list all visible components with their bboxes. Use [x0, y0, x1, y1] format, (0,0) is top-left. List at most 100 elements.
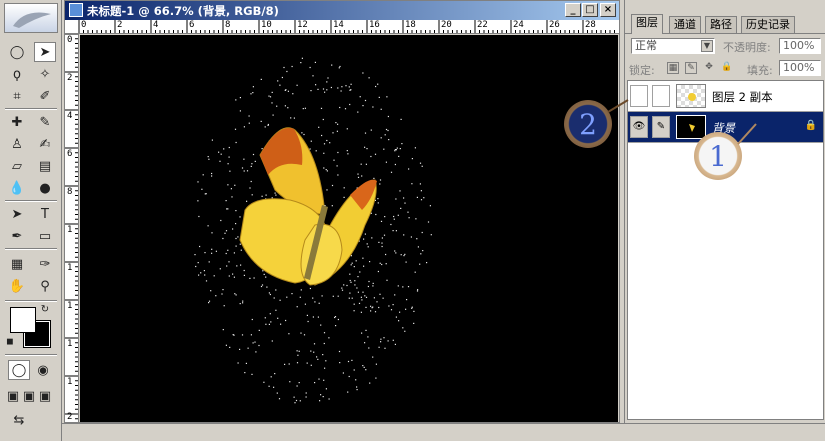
- quick-mask-mode-icon[interactable]: ◉: [32, 360, 54, 380]
- brush-icon[interactable]: ✎: [652, 116, 670, 138]
- sparkle: [237, 236, 239, 238]
- sparkle: [364, 295, 366, 297]
- path-selection-tool-icon[interactable]: ➤: [6, 204, 28, 224]
- horizontal-ruler[interactable]: 0 2 4 6 8 10 12 14 16 18 20 22 24 26 28: [79, 20, 619, 34]
- sparkle: [320, 324, 322, 326]
- sparkle: [362, 72, 364, 74]
- sparkle: [225, 230, 228, 232]
- lock-all-icon[interactable]: 🔒: [721, 62, 733, 74]
- move-tool-icon[interactable]: ➤: [34, 42, 56, 62]
- sparkle: [353, 369, 355, 371]
- callout-2: 2: [564, 100, 612, 148]
- pen-tool-icon[interactable]: ✒: [6, 226, 28, 246]
- lock-transparency-icon[interactable]: ▦: [667, 62, 679, 74]
- sparkle: [321, 134, 323, 137]
- swap-colors-icon[interactable]: ↻: [38, 302, 52, 316]
- link-toggle[interactable]: [652, 85, 670, 107]
- history-brush-tool-icon[interactable]: ✍: [34, 134, 56, 154]
- tab-channels[interactable]: 通道: [669, 16, 701, 33]
- default-colors-icon[interactable]: ◼: [4, 336, 16, 348]
- crop-tool-icon[interactable]: ⌗: [6, 86, 28, 106]
- sparkle: [197, 200, 199, 202]
- sparkle: [384, 216, 386, 218]
- sparkle: [370, 305, 372, 307]
- sparkle: [335, 122, 337, 124]
- zoom-tool-icon[interactable]: ⚲: [34, 276, 56, 296]
- sparkle: [275, 309, 277, 311]
- notes-tool-icon[interactable]: ▦: [6, 254, 28, 274]
- sparkle: [288, 363, 290, 365]
- rectangle-tool-icon[interactable]: ▭: [34, 226, 56, 246]
- ruler-origin[interactable]: [65, 20, 79, 34]
- marquee-tool-icon[interactable]: ◯: [6, 42, 28, 62]
- blend-mode-select[interactable]: 正常 ▼: [631, 38, 715, 54]
- vertical-ruler[interactable]: 0 2 4 6 8 1 1 1 1 1 2: [65, 34, 79, 422]
- sparkle: [279, 84, 281, 86]
- tab-paths[interactable]: 路径: [705, 16, 737, 33]
- close-button[interactable]: ×: [600, 3, 616, 17]
- ruler-tick-label: 12: [297, 20, 308, 30]
- magic-wand-tool-icon[interactable]: ✧: [34, 64, 56, 84]
- sparkle: [309, 148, 311, 150]
- eyedropper-tool-icon[interactable]: ✑: [34, 254, 56, 274]
- sparkle: [305, 392, 307, 394]
- gradient-tool-icon[interactable]: ▤: [34, 156, 56, 176]
- sparkle: [328, 337, 330, 339]
- sparkle: [385, 128, 388, 131]
- dodge-tool-icon[interactable]: ●: [34, 178, 56, 198]
- sparkle: [204, 252, 206, 254]
- lasso-tool-icon[interactable]: ϙ: [6, 64, 28, 84]
- eraser-tool-icon[interactable]: ▱: [6, 156, 28, 176]
- sparkle: [322, 118, 324, 121]
- sparkle: [234, 128, 237, 130]
- chevron-down-icon[interactable]: ▼: [701, 40, 713, 52]
- sparkle: [373, 177, 375, 179]
- document-title-bar[interactable]: 未标题-1 @ 66.7% (背景, RGB/8): [65, 1, 619, 20]
- sparkle: [220, 219, 222, 222]
- opacity-input[interactable]: 100%: [779, 38, 821, 54]
- clone-stamp-tool-icon[interactable]: ♙: [6, 134, 28, 154]
- document-window: 未标题-1 @ 66.7% (背景, RGB/8) _ □ × 0 2 4 6 …: [64, 0, 620, 423]
- sparkle: [296, 84, 298, 86]
- screen-mode-standard-icon[interactable]: ▣: [6, 386, 20, 406]
- blur-tool-icon[interactable]: 💧: [6, 178, 28, 198]
- sparkle: [430, 234, 432, 236]
- slice-tool-icon[interactable]: ✐: [34, 86, 56, 106]
- hand-tool-icon[interactable]: ✋: [6, 276, 28, 296]
- layer-row[interactable]: 图层 2 副本: [628, 81, 823, 112]
- type-tool-icon[interactable]: T: [34, 204, 56, 224]
- fill-input[interactable]: 100%: [779, 60, 821, 76]
- lock-image-icon[interactable]: ✎: [685, 62, 697, 74]
- foreground-color-swatch[interactable]: [10, 307, 36, 333]
- maximize-button[interactable]: □: [582, 3, 598, 17]
- sparkle: [242, 300, 244, 302]
- tab-history[interactable]: 历史记录: [741, 16, 795, 33]
- sparkle: [360, 311, 362, 313]
- eye-icon[interactable]: 👁: [630, 116, 648, 138]
- standard-mode-icon[interactable]: ◯: [8, 360, 30, 380]
- sparkle: [317, 88, 319, 90]
- jump-to-imageready-icon[interactable]: ⇆: [8, 410, 30, 430]
- ruler-tick-label: 14: [333, 20, 344, 30]
- sparkle: [255, 351, 257, 353]
- sparkle: [413, 310, 415, 312]
- sparkle: [262, 270, 264, 272]
- sparkle: [402, 286, 404, 288]
- screen-mode-full-menu-icon[interactable]: ▣: [22, 386, 36, 406]
- minimize-button[interactable]: _: [565, 3, 581, 17]
- visibility-toggle[interactable]: [630, 85, 648, 107]
- sparkle: [251, 373, 253, 375]
- sparkle: [363, 238, 365, 240]
- sparkle: [353, 303, 355, 305]
- brush-tool-icon[interactable]: ✎: [34, 112, 56, 132]
- sparkle: [392, 304, 394, 306]
- sparkle: [340, 90, 342, 92]
- sparkle: [395, 149, 397, 151]
- image-canvas[interactable]: [80, 35, 618, 422]
- healing-brush-tool-icon[interactable]: ✚: [6, 112, 28, 132]
- sparkle: [306, 362, 308, 364]
- screen-mode-full-icon[interactable]: ▣: [38, 386, 52, 406]
- sparkle: [355, 379, 357, 381]
- lock-position-icon[interactable]: ✥: [703, 62, 715, 74]
- tab-layers[interactable]: 图层: [631, 14, 663, 34]
